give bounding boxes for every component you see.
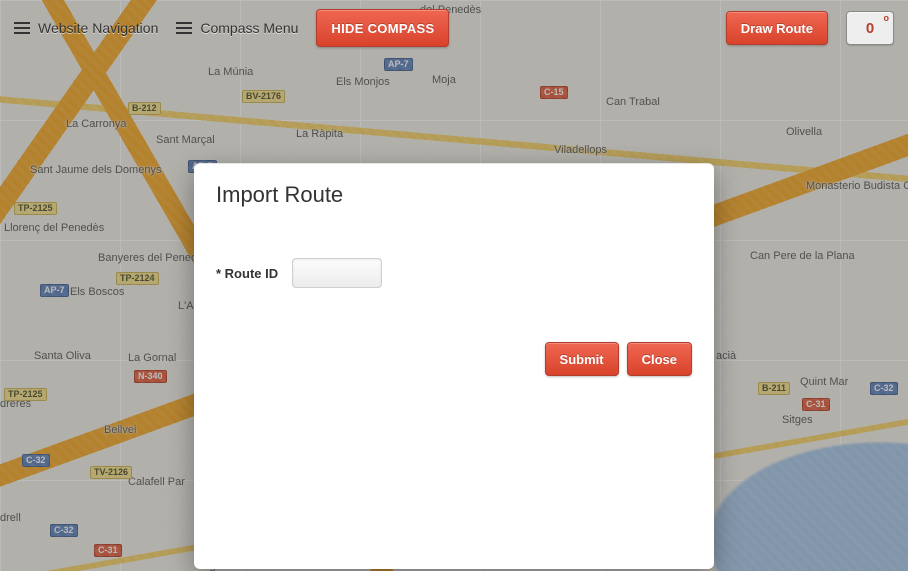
place-label: Els Monjos bbox=[336, 76, 390, 88]
compass-menu[interactable]: Compass Menu bbox=[176, 20, 298, 36]
compass-heading-display: 0 o bbox=[846, 11, 894, 45]
place-label: Sant Jaume dels Domenys bbox=[30, 164, 161, 176]
hide-compass-button[interactable]: HIDE COMPASS bbox=[316, 9, 449, 47]
road-shield: TP-2125 bbox=[4, 388, 47, 401]
road-shield: B-212 bbox=[128, 102, 161, 115]
place-label: Monasterio Budista Garraf, Sakya Tashi bbox=[806, 180, 908, 192]
import-route-modal: Import Route * Route ID Submit Close bbox=[194, 163, 714, 569]
hamburger-icon bbox=[14, 22, 30, 34]
top-bar: Website Navigation Compass Menu HIDE COM… bbox=[0, 0, 908, 56]
place-label: Santa Oliva bbox=[34, 350, 91, 362]
road-shield: B-211 bbox=[758, 382, 790, 395]
road-shield: TP-2125 bbox=[14, 202, 57, 215]
place-label: Can Pere de la Plana bbox=[750, 250, 855, 262]
place-label: dreres bbox=[0, 398, 31, 410]
place-label: La Gornal bbox=[128, 352, 176, 364]
place-label: Moja bbox=[432, 74, 456, 86]
close-button[interactable]: Close bbox=[627, 342, 692, 376]
place-label: La Ràpita bbox=[296, 128, 343, 140]
road-shield: TP-2124 bbox=[116, 272, 159, 285]
draw-route-button[interactable]: Draw Route bbox=[726, 11, 828, 45]
hamburger-icon bbox=[176, 22, 192, 34]
place-label: Quint Mar bbox=[800, 376, 848, 388]
road-shield: BV-2176 bbox=[242, 90, 285, 103]
route-id-input[interactable] bbox=[292, 258, 382, 288]
place-label: Calafell Par bbox=[128, 476, 185, 488]
place-label: Llorenç del Penedès bbox=[4, 222, 104, 234]
road-shield: AP-7 bbox=[384, 58, 413, 71]
road-shield: TV-2126 bbox=[90, 466, 132, 479]
place-label: Viladellops bbox=[554, 144, 607, 156]
place-label: Banyeres del Penedès bbox=[98, 252, 209, 264]
place-label: Can Trabal bbox=[606, 96, 660, 108]
road-shield: N-340 bbox=[134, 370, 167, 383]
website-navigation-menu[interactable]: Website Navigation bbox=[14, 20, 158, 36]
road-shield: C-32 bbox=[50, 524, 78, 537]
place-label: acià bbox=[716, 350, 736, 362]
place-label: Bellvei bbox=[104, 424, 136, 436]
compass-menu-label: Compass Menu bbox=[200, 20, 298, 36]
place-label: La Carronya bbox=[66, 118, 127, 130]
place-label: Sitges bbox=[782, 414, 813, 426]
degree-symbol: o bbox=[884, 14, 890, 23]
road-shield: C-32 bbox=[22, 454, 50, 467]
road-shield: C-15 bbox=[540, 86, 568, 99]
modal-title: Import Route bbox=[216, 182, 692, 208]
road-shield: C-32 bbox=[870, 382, 898, 395]
place-label: Sant Marçal bbox=[156, 134, 215, 146]
submit-button[interactable]: Submit bbox=[545, 342, 619, 376]
route-id-row: * Route ID bbox=[216, 258, 692, 288]
website-navigation-label: Website Navigation bbox=[38, 20, 158, 36]
route-id-label: * Route ID bbox=[216, 266, 278, 281]
compass-heading-value: 0 bbox=[866, 20, 874, 37]
place-label: drell bbox=[0, 512, 21, 524]
road-shield: C-31 bbox=[802, 398, 830, 411]
place-label: Olivella bbox=[786, 126, 822, 138]
road-shield: AP-7 bbox=[40, 284, 69, 297]
place-label: La Múnia bbox=[208, 66, 253, 78]
place-label: Els Boscos bbox=[70, 286, 124, 298]
road-shield: C-31 bbox=[94, 544, 122, 557]
